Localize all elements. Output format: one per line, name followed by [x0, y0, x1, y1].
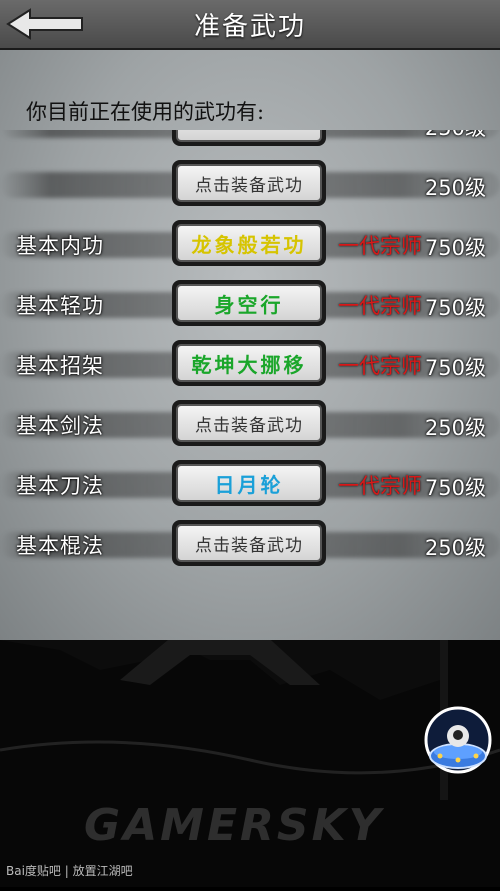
skill-row: 基本剑法 点击装备武功 250级: [0, 394, 500, 454]
skill-category-label: 基本招架: [16, 354, 104, 378]
equip-skill-button[interactable]: 点击装备武功: [172, 160, 326, 206]
skill-row: 基本轻功 身空行 一代宗师 750级: [0, 274, 500, 334]
mastery-title: 一代宗师: [338, 234, 422, 258]
top-bar: 准备武功: [0, 0, 500, 50]
ufo-floating-button[interactable]: [420, 706, 496, 784]
skill-row: 基本刀法 日月轮 一代宗师 750级: [0, 454, 500, 514]
equipped-skill-button[interactable]: 龙象般若功: [172, 220, 326, 266]
mastery-title: 一代宗师: [338, 294, 422, 318]
skill-level: 250级: [424, 416, 486, 440]
skill-button-label: 乾坤大挪移: [176, 344, 322, 382]
ufo-icon: [424, 706, 492, 774]
skill-button-label: 点击装备武功: [176, 404, 322, 442]
watermark: GAMERSKY: [84, 800, 384, 851]
skill-list[interactable]: 250级点击装备武功250级基本内功龙象般若功一代宗师750级基本轻功身空行一代…: [0, 130, 500, 640]
skill-row: 基本棍法 点击装备武功 250级: [0, 514, 500, 574]
skill-row: 点击装备武功 250级: [0, 154, 500, 214]
skill-button-label: [176, 130, 322, 142]
mastery-title: 一代宗师: [338, 474, 422, 498]
skill-row: 基本招架 乾坤大挪移 一代宗师 750级: [0, 334, 500, 394]
panel-heading: 你目前正在使用的武功有:: [26, 100, 265, 124]
equipped-skill-button[interactable]: 乾坤大挪移: [172, 340, 326, 386]
equipped-skills-panel: 你目前正在使用的武功有: 250级点击装备武功250级基本内功龙象般若功一代宗师…: [0, 50, 500, 640]
skill-row: 基本内功 龙象般若功 一代宗师 750级: [0, 214, 500, 274]
skill-category-label: 基本棍法: [16, 534, 104, 558]
skill-category-label: 基本内功: [16, 234, 104, 258]
mastery-title: 一代宗师: [338, 354, 422, 378]
footer-logo: Bai度贴吧 | 放置江湖吧: [6, 864, 133, 878]
equip-skill-button[interactable]: 点击装备武功: [172, 400, 326, 446]
equip-skill-button[interactable]: 点击装备武功: [172, 520, 326, 566]
skill-button-label: 点击装备武功: [176, 524, 322, 562]
skill-level: 750级: [424, 356, 486, 380]
skill-level: 750级: [424, 236, 486, 260]
skill-category-label: 基本轻功: [16, 294, 104, 318]
skill-button-label: 身空行: [176, 284, 322, 322]
equipped-skill-button[interactable]: 日月轮: [172, 460, 326, 506]
skill-level: 750级: [424, 296, 486, 320]
skill-level: 250级: [424, 176, 486, 200]
skill-button-label: 日月轮: [176, 464, 322, 502]
skill-button-label: 点击装备武功: [176, 164, 322, 202]
skill-category-label: 基本剑法: [16, 414, 104, 438]
page-title: 准备武功: [193, 12, 306, 42]
equipped-skill-button[interactable]: 身空行: [172, 280, 326, 326]
skill-level: 750级: [424, 476, 486, 500]
skill-level: 250级: [425, 130, 486, 142]
skill-level: 250级: [424, 536, 486, 560]
skill-row: 250级: [0, 130, 500, 154]
skill-button-label: 龙象般若功: [176, 224, 322, 262]
skill-category-label: 基本刀法: [16, 474, 104, 498]
equip-skill-button[interactable]: [172, 130, 326, 146]
